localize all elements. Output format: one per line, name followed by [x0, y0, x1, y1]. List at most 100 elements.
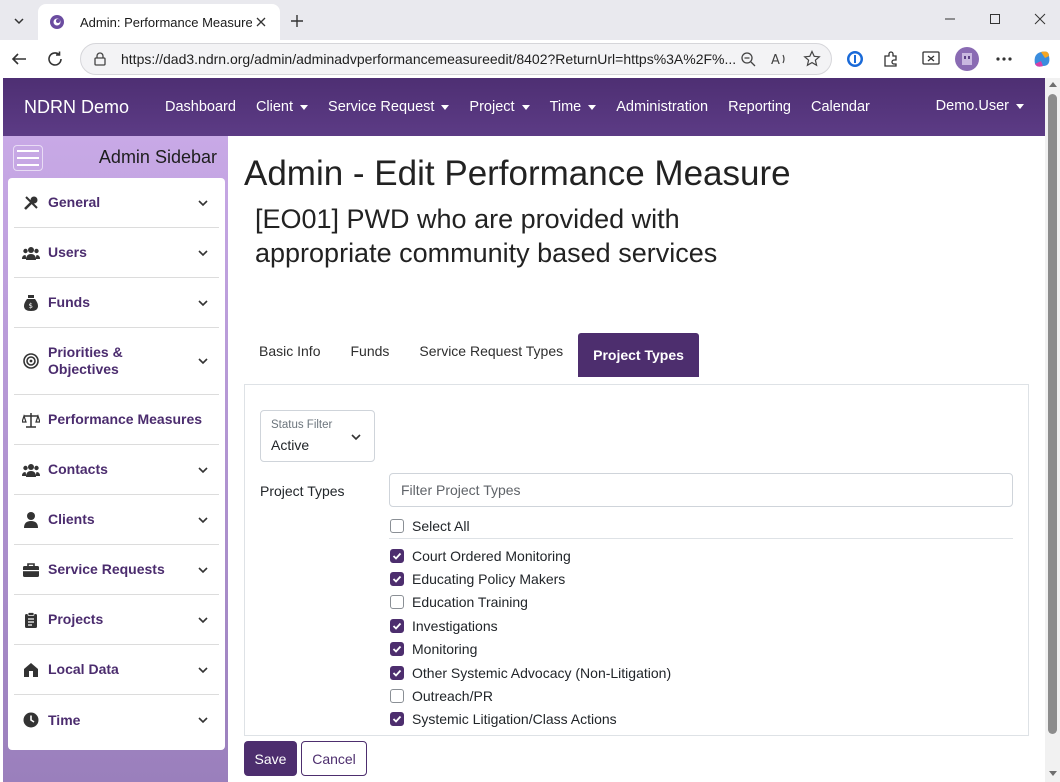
- checkbox-checked[interactable]: [390, 618, 404, 633]
- select-all-row[interactable]: Select All: [389, 515, 1013, 539]
- checkbox-checked[interactable]: [390, 712, 404, 727]
- tab-basic-info[interactable]: Basic Info: [244, 333, 335, 377]
- scroll-down-arrow-icon[interactable]: [1049, 771, 1057, 776]
- sidebar-item-clients[interactable]: Clients: [14, 495, 219, 545]
- list-item[interactable]: Monitoring: [389, 638, 1013, 661]
- option-label: Court Ordered Monitoring: [412, 547, 571, 564]
- nav-client[interactable]: Client: [255, 99, 309, 115]
- nav-label: Calendar: [811, 99, 870, 115]
- scroll-up-arrow-icon[interactable]: [1049, 82, 1057, 87]
- maximize-button[interactable]: [975, 6, 1015, 32]
- back-button[interactable]: [5, 45, 33, 73]
- list-item[interactable]: Systemic Litigation/Class Actions: [389, 708, 1013, 731]
- checkbox-checked[interactable]: [390, 548, 404, 563]
- close-tab-icon[interactable]: [252, 13, 270, 31]
- refresh-button[interactable]: [41, 45, 69, 73]
- address-bar[interactable]: https://dad3.ndrn.org/admin/adminadvperf…: [80, 43, 832, 75]
- nav-project[interactable]: Project: [469, 99, 530, 115]
- svg-text:A: A: [771, 53, 780, 67]
- sidebar-item-users[interactable]: Users: [14, 228, 219, 278]
- favicon-icon: [48, 13, 66, 31]
- sidebar-item-service-requests[interactable]: Service Requests: [14, 545, 219, 595]
- cancel-button[interactable]: Cancel: [301, 741, 367, 776]
- option-label: Systemic Litigation/Class Actions: [412, 711, 617, 728]
- filter-project-types-input[interactable]: [389, 473, 1013, 507]
- brand-logo[interactable]: NDRN Demo: [24, 97, 129, 118]
- chevron-down-icon: [198, 299, 208, 306]
- tab-service-request-types[interactable]: Service Request Types: [404, 333, 578, 377]
- sidebar-item-contacts[interactable]: Contacts: [14, 445, 219, 495]
- checkbox-unchecked[interactable]: [390, 689, 404, 704]
- tab-list-button[interactable]: [6, 8, 32, 34]
- sidebar-item-priorities-objectives[interactable]: Priorities & Objectives: [14, 328, 219, 395]
- extensions-puzzle-icon[interactable]: [878, 46, 904, 72]
- sidebar-item-time[interactable]: Time: [14, 695, 219, 745]
- profile-avatar-icon[interactable]: [954, 46, 980, 72]
- tab-funds[interactable]: Funds: [335, 333, 404, 377]
- favorite-star-icon[interactable]: [801, 48, 823, 70]
- browser-tab[interactable]: Admin: Performance Measure: [38, 4, 280, 40]
- more-options-icon[interactable]: [991, 46, 1017, 72]
- nav-administration[interactable]: Administration: [616, 99, 708, 115]
- hamburger-menu-icon[interactable]: [13, 145, 43, 171]
- page-scrollbar[interactable]: [1045, 78, 1060, 782]
- status-filter-label: Status Filter: [271, 419, 333, 431]
- zoom-icon[interactable]: [737, 48, 759, 70]
- refresh-icon: [48, 51, 62, 66]
- sidebar-item-general[interactable]: General: [14, 178, 219, 228]
- arrow-left-icon: [11, 53, 26, 65]
- sidebar-item-funds[interactable]: $ Funds: [14, 278, 219, 328]
- app-navbar: NDRN Demo Dashboard Client Service Reque…: [3, 78, 1045, 136]
- tab-project-types[interactable]: Project Types: [578, 333, 699, 377]
- list-item[interactable]: Investigations: [389, 614, 1013, 637]
- checkbox-unchecked[interactable]: [390, 595, 404, 610]
- password-manager-icon[interactable]: [842, 46, 868, 72]
- users-icon: [22, 244, 40, 262]
- screenshot-icon[interactable]: [918, 46, 944, 72]
- sidebar-item-local-data[interactable]: Local Data: [14, 645, 219, 695]
- user-menu[interactable]: Demo.User: [936, 98, 1024, 114]
- nav-dashboard[interactable]: Dashboard: [165, 99, 236, 115]
- sidebar-item-label: Time: [48, 711, 81, 728]
- sidebar-item-performance-measures[interactable]: Performance Measures: [14, 395, 219, 445]
- nav-time[interactable]: Time: [550, 99, 597, 115]
- nav-service-request[interactable]: Service Request: [328, 99, 450, 115]
- list-item[interactable]: Education Training: [389, 591, 1013, 614]
- plus-icon: [291, 15, 303, 27]
- chevron-down-icon: [198, 717, 208, 724]
- user-name: Demo.User: [935, 98, 1009, 114]
- scrollbar-thumb[interactable]: [1048, 94, 1057, 734]
- sidebar-item-projects[interactable]: Projects: [14, 595, 219, 645]
- save-button[interactable]: Save: [244, 741, 297, 776]
- close-icon: [1034, 13, 1046, 25]
- close-window-button[interactable]: [1020, 6, 1060, 32]
- new-tab-button[interactable]: [284, 8, 310, 34]
- copilot-icon[interactable]: [1029, 46, 1055, 72]
- status-filter-value: Active: [271, 437, 310, 453]
- browser-toolbar: https://dad3.ndrn.org/admin/adminadvperf…: [0, 40, 1060, 78]
- nav-label: Client: [255, 99, 294, 115]
- select-all-checkbox[interactable]: [390, 519, 404, 533]
- chevron-down-icon: [198, 566, 208, 573]
- status-filter-select[interactable]: Status Filter Active: [260, 410, 375, 462]
- nav-reporting[interactable]: Reporting: [728, 99, 791, 115]
- target-icon: [22, 352, 40, 370]
- site-info-icon[interactable]: [91, 50, 109, 68]
- sidebar-item-label: Funds: [48, 294, 90, 310]
- chevron-down-icon: [198, 358, 208, 365]
- nav-calendar[interactable]: Calendar: [811, 99, 870, 115]
- checkbox-checked[interactable]: [390, 572, 404, 587]
- maximize-icon: [990, 14, 1000, 24]
- checkbox-checked[interactable]: [390, 665, 404, 680]
- read-aloud-icon[interactable]: A: [769, 48, 791, 70]
- list-item[interactable]: Other Systemic Advocacy (Non-Litigation): [389, 661, 1013, 684]
- checkbox-checked[interactable]: [390, 642, 404, 657]
- clock-icon: [22, 711, 40, 729]
- select-all-label: Select All: [412, 518, 470, 534]
- list-item[interactable]: Outreach/PR: [389, 684, 1013, 707]
- minimize-button[interactable]: [930, 6, 970, 32]
- list-item[interactable]: Educating Policy Makers: [389, 567, 1013, 590]
- list-item[interactable]: Court Ordered Monitoring: [389, 544, 1013, 567]
- svg-text:$: $: [29, 302, 33, 310]
- page-title: Admin - Edit Performance Measure: [244, 154, 791, 193]
